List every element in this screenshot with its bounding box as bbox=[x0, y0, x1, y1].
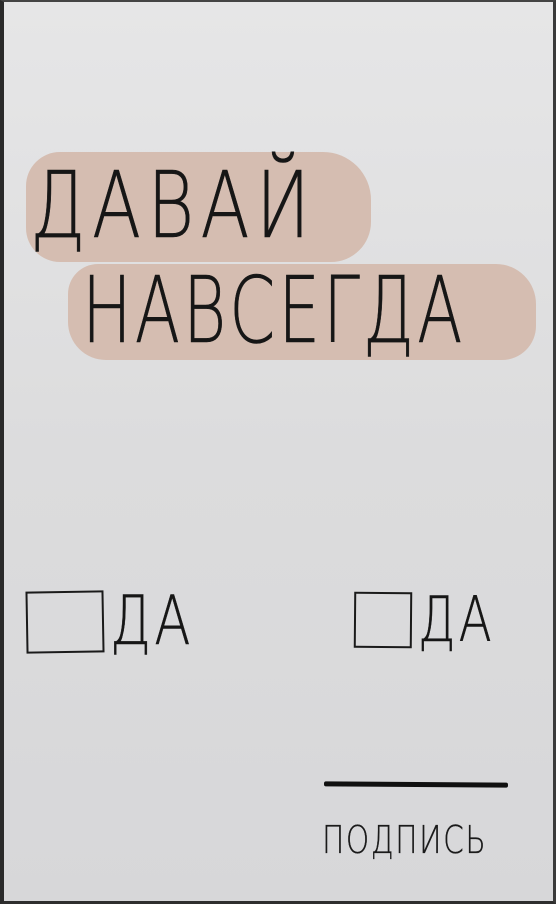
headline-line-2: НАВСЕГДА bbox=[82, 257, 466, 364]
checkbox-right[interactable] bbox=[353, 591, 413, 649]
note-card: ДАВАЙ НАВСЕГДА ДА ДА ПОДПИСЬ bbox=[0, 0, 556, 904]
option-label-left: ДА bbox=[110, 582, 194, 661]
checkbox-left[interactable] bbox=[25, 590, 105, 654]
option-label-right: ДА bbox=[418, 583, 495, 656]
headline-line-1: ДАВАЙ bbox=[30, 152, 317, 259]
option-yes-right[interactable]: ДА bbox=[353, 582, 517, 658]
signature-label: ПОДПИСЬ bbox=[322, 818, 488, 862]
signature-line[interactable] bbox=[323, 781, 509, 788]
option-yes-left[interactable]: ДА bbox=[25, 582, 217, 662]
